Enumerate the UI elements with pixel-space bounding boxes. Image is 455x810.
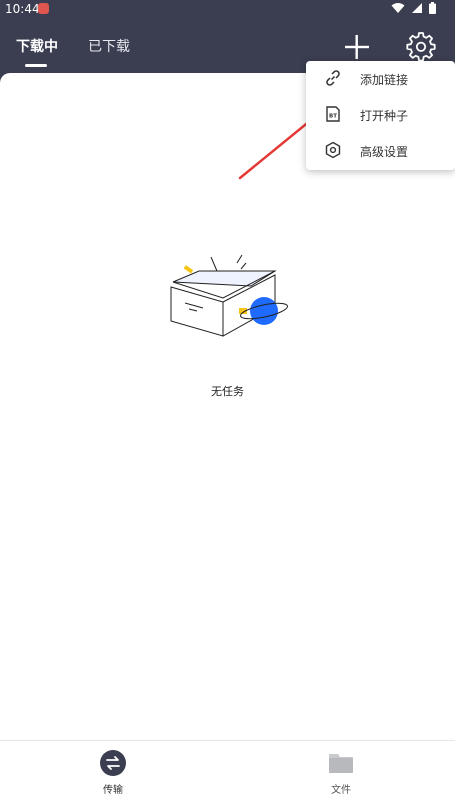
task-list-area <box>0 73 455 740</box>
folder-icon <box>329 754 353 773</box>
hexagon-settings-icon <box>325 141 341 159</box>
signal-icon <box>412 3 422 13</box>
gear-icon <box>406 32 436 62</box>
wifi-icon <box>391 3 405 13</box>
menu-item-add-link[interactable]: 添加链接 <box>306 61 455 97</box>
plus-icon <box>345 35 369 59</box>
status-time: 10:44 <box>5 2 40 16</box>
menu-item-label: 打开种子 <box>360 109 409 123</box>
add-menu-dropdown: 添加链接 BT 打开种子 高级设置 <box>306 61 455 170</box>
empty-box-illustration <box>170 254 289 337</box>
tab-downloading[interactable]: 下载中 <box>16 36 58 56</box>
link-icon <box>326 70 340 86</box>
battery-icon <box>429 2 436 14</box>
bottom-navigation: 传输 文件 <box>0 740 455 810</box>
nav-files-label: 文件 <box>331 785 351 796</box>
tab-downloaded[interactable]: 已下载 <box>88 36 130 56</box>
active-tab-indicator <box>25 64 47 67</box>
nav-files[interactable]: 文件 <box>301 749 381 804</box>
menu-item-label: 添加链接 <box>360 73 409 87</box>
empty-state-text: 无任务 <box>211 385 244 398</box>
menu-item-label: 高级设置 <box>360 145 409 159</box>
nav-transfer[interactable]: 传输 <box>73 749 153 804</box>
menu-item-open-torrent[interactable]: BT 打开种子 <box>306 97 455 133</box>
bt-icon-text: BT <box>329 114 337 120</box>
notification-app-icon <box>38 3 49 14</box>
nav-transfer-label: 传输 <box>103 785 123 796</box>
status-indicators <box>391 2 436 14</box>
settings-button[interactable] <box>406 32 436 62</box>
transfer-icon <box>100 750 126 776</box>
add-button[interactable] <box>343 33 371 61</box>
menu-item-advanced-settings[interactable]: 高级设置 <box>306 133 455 169</box>
status-bar: 10:44 <box>0 0 455 20</box>
bt-icon: BT <box>326 106 340 122</box>
